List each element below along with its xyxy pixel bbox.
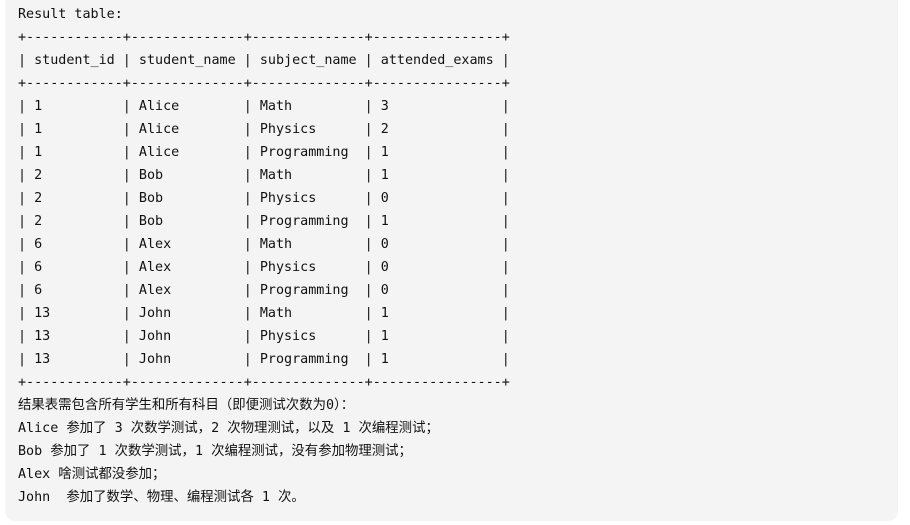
note-line-alex: Alex 啥测试都没参加； [18,467,166,482]
table-row: | 1 | Alice | Math | 3 | [18,99,510,114]
note-line-john: John 参加了数学、物理、编程测试各 1 次。 [18,490,305,505]
terminal-output-panel: Result table: +------------+------------… [5,0,898,521]
table-row: | 6 | Alex | Math | 0 | [18,237,510,252]
table-row: | 2 | Bob | Programming | 1 | [18,214,510,229]
table-row: | 13 | John | Math | 1 | [18,306,510,321]
note-line-bob: Bob 参加了 1 次数学测试，1 次编程测试，没有参加物理测试； [18,444,412,459]
table-header-row: | student_id | student_name | subject_na… [18,53,510,68]
result-table-label: Result table: [18,7,123,22]
table-row: | 6 | Alex | Physics | 0 | [18,260,510,275]
output-content: Result table: +------------+------------… [18,3,898,521]
explanation-notes: 结果表需包含所有学生和所有科目（即便测试次数为0）： Alice 参加了 3 次… [18,394,898,509]
note-line-alice: Alice 参加了 3 次数学测试，2 次物理测试，以及 1 次编程测试； [18,421,439,436]
ascii-result-table: +------------+--------------+-----------… [18,26,898,394]
table-row: | 2 | Bob | Physics | 0 | [18,191,510,206]
table-row: | 13 | John | Physics | 1 | [18,329,510,344]
table-bottom-border: +------------+--------------+-----------… [18,375,510,390]
table-row: | 1 | Alice | Programming | 1 | [18,145,510,160]
table-top-border: +------------+--------------+-----------… [18,30,510,45]
table-row: | 6 | Alex | Programming | 0 | [18,283,510,298]
note-line-requirement: 结果表需包含所有学生和所有科目（即便测试次数为0）： [18,398,355,413]
table-row: | 13 | John | Programming | 1 | [18,352,510,367]
table-row: | 1 | Alice | Physics | 2 | [18,122,510,137]
table-row: | 2 | Bob | Math | 1 | [18,168,510,183]
table-header-separator: +------------+--------------+-----------… [18,76,510,91]
